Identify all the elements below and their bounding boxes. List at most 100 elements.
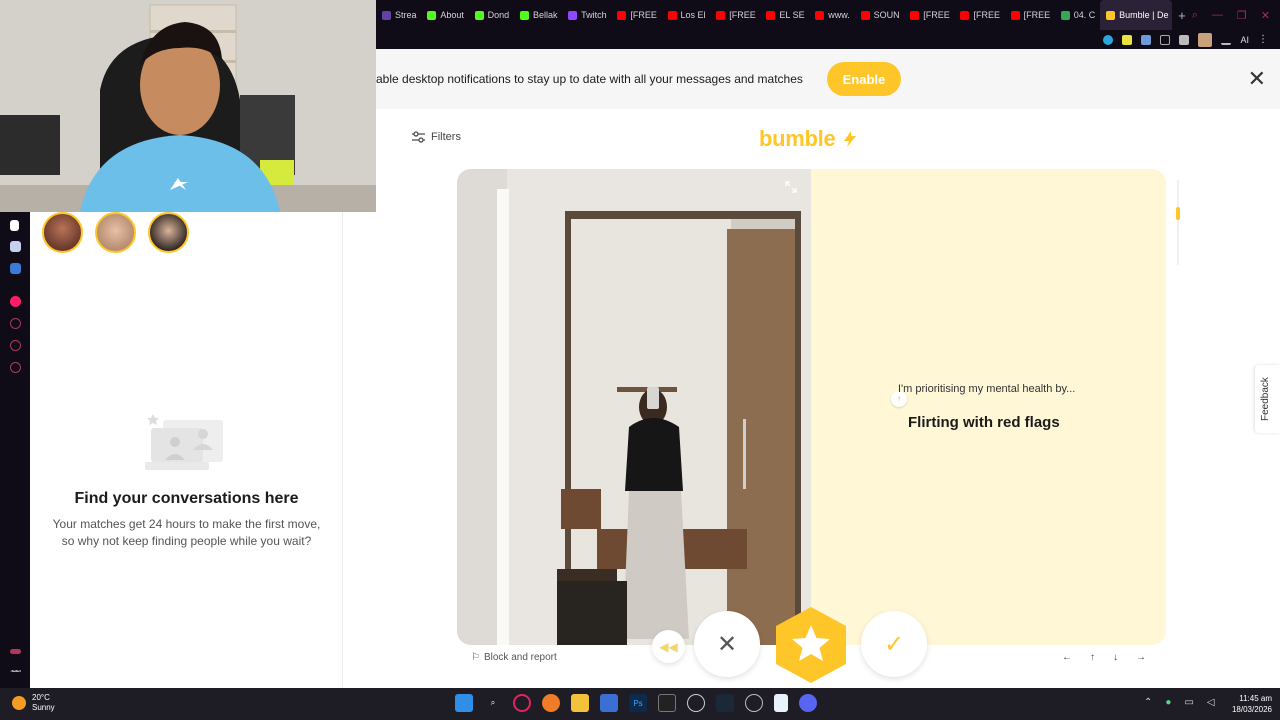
tab-label: SOUN <box>873 10 900 20</box>
notification-text: able desktop notifications to stay up to… <box>376 72 803 86</box>
tab-label: Twitch <box>581 10 607 20</box>
tab-label: Bumble | De <box>1119 10 1169 20</box>
obs-icon[interactable] <box>687 694 705 712</box>
music-icon[interactable] <box>10 296 21 307</box>
like-button[interactable]: ✓ <box>861 611 927 677</box>
app-icon[interactable] <box>10 263 21 274</box>
browser-tab-active[interactable]: Bumble | De <box>1100 0 1173 30</box>
steam-icon[interactable] <box>716 694 734 712</box>
app-icon[interactable] <box>658 694 676 712</box>
gx-icon[interactable] <box>10 649 21 654</box>
tab-favicon-icon <box>617 10 627 20</box>
browser-tab[interactable]: [FREE <box>710 0 760 30</box>
browser-tab[interactable]: [FREE <box>611 0 661 30</box>
profile-photo[interactable] <box>457 169 811 645</box>
browser-tab[interactable]: Bellak <box>514 0 562 30</box>
prompt-answer: Flirting with red flags <box>908 414 1060 431</box>
rewind-button[interactable]: ◀◀ <box>652 630 685 663</box>
search-icon[interactable]: ⌕ <box>1192 9 1198 22</box>
browser-tab[interactable]: [FREE <box>1005 0 1055 30</box>
browser-tab[interactable]: 04. C <box>1055 0 1100 30</box>
store-icon[interactable] <box>600 694 618 712</box>
download-icon[interactable] <box>1221 35 1232 45</box>
screen: Strea About Dond Bellak Twitch [FREE Los El [FR… <box>0 0 1280 720</box>
tab-favicon-icon <box>667 10 677 20</box>
minimize-icon[interactable]: — <box>1212 9 1223 22</box>
blender-icon[interactable] <box>542 694 560 712</box>
photoshop-icon[interactable]: Ps <box>629 694 647 712</box>
superswipe-button[interactable] <box>773 605 849 685</box>
tiktok-icon[interactable] <box>10 220 19 231</box>
empty-state-title: Find your conversations here <box>74 490 299 507</box>
browser-tab[interactable]: Dond <box>469 0 514 30</box>
browser-tab[interactable]: [FREE <box>904 0 954 30</box>
scrollbar-thumb[interactable] <box>1176 207 1180 220</box>
tab-label: www. <box>828 10 850 20</box>
new-tab-button[interactable]: + <box>1172 8 1192 23</box>
match-avatar[interactable] <box>148 212 189 253</box>
chat-icon[interactable] <box>10 340 21 351</box>
browser-tab[interactable]: Strea <box>376 0 421 30</box>
profile-scrollbar[interactable] <box>1177 180 1179 265</box>
expand-icon[interactable] <box>785 181 797 193</box>
more-icon[interactable] <box>10 670 21 673</box>
keyboard-shortcuts: ← ↑ ↓ → <box>1062 652 1146 663</box>
restore-icon[interactable]: ❐ <box>1237 9 1247 22</box>
microphone-icon[interactable]: ● <box>1165 697 1171 708</box>
extension-icon[interactable] <box>1122 34 1133 45</box>
tab-favicon-icon <box>474 10 484 20</box>
network-icon[interactable]: ▭ <box>1184 697 1193 708</box>
check-icon: ✓ <box>883 630 905 658</box>
filters-button[interactable]: Filters <box>412 131 461 143</box>
browser-tab[interactable]: SOUN <box>855 0 905 30</box>
opera-gx-icon[interactable] <box>513 694 531 712</box>
enable-notifications-button[interactable]: Enable <box>826 62 901 96</box>
settings-icon[interactable] <box>745 694 763 712</box>
search-icon[interactable]: ⌕ <box>484 694 502 712</box>
match-avatar[interactable] <box>95 212 136 253</box>
browser-tab[interactable]: About <box>421 0 468 30</box>
close-window-icon[interactable]: ✕ <box>1261 9 1270 22</box>
tab-label: Dond <box>487 10 510 20</box>
close-icon[interactable]: ✕ <box>1248 68 1266 90</box>
puzzle-icon[interactable] <box>1160 34 1171 45</box>
pass-button[interactable]: ✕ <box>694 611 760 677</box>
tab-favicon-icon <box>910 10 920 20</box>
settings-icon[interactable] <box>10 362 21 373</box>
profile-avatar[interactable] <box>1198 32 1213 47</box>
tab-label: Bellak <box>532 10 558 20</box>
collections-icon[interactable] <box>1179 34 1190 45</box>
tab-favicon-icon <box>1010 10 1020 20</box>
browser-tab[interactable]: EL SE <box>760 0 809 30</box>
tab-label: Strea <box>395 10 417 20</box>
vpn-icon[interactable] <box>1103 34 1114 45</box>
history-icon[interactable] <box>10 318 21 329</box>
browser-tab[interactable]: [FREE <box>954 0 1004 30</box>
notepad-icon[interactable] <box>774 694 788 712</box>
extension-icon[interactable] <box>1141 34 1152 45</box>
windows-start-icon[interactable] <box>455 694 473 712</box>
clock[interactable]: 11:45 am 18/03/2026 <box>1222 693 1272 715</box>
discord-icon[interactable] <box>10 241 21 252</box>
browser-tab[interactable]: Los El <box>662 0 711 30</box>
discord-icon[interactable] <box>799 694 817 712</box>
conversations-sidebar: Find your conversations here Your matche… <box>30 212 343 688</box>
tab-label: [FREE <box>923 10 950 20</box>
volume-icon[interactable]: ◁ <box>1207 697 1215 708</box>
chevron-up-icon[interactable]: ⌃ <box>1144 697 1152 708</box>
file-explorer-icon[interactable] <box>571 694 589 712</box>
tab-label: About <box>440 10 464 20</box>
sliders-icon <box>412 131 425 143</box>
browser-tab[interactable]: www. <box>809 0 854 30</box>
webcam-overlay <box>0 0 376 212</box>
aria-ai-button[interactable]: AI <box>1240 35 1249 45</box>
feedback-tab[interactable]: Feedback <box>1255 365 1280 433</box>
browser-tab[interactable]: Twitch <box>562 0 611 30</box>
weather-widget[interactable]: 20°C Sunny <box>12 693 55 713</box>
block-and-report-link[interactable]: ⚐ Block and report <box>471 652 557 663</box>
match-avatar[interactable] <box>42 212 83 253</box>
weather-condition: Sunny <box>32 703 55 712</box>
menu-icon[interactable]: ⋮ <box>1258 34 1268 45</box>
tab-label: [FREE <box>630 10 657 20</box>
pinned-apps: ⌕ Ps <box>455 694 817 712</box>
